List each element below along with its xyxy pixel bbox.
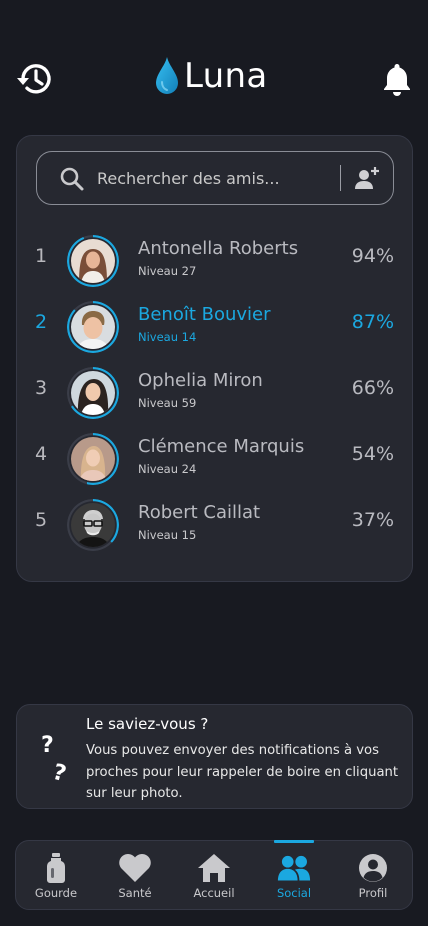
avatar-photo	[71, 305, 115, 349]
friend-name: Clémence Marquis	[138, 436, 305, 457]
rank-number: 1	[35, 245, 48, 267]
search-input[interactable]	[97, 162, 327, 194]
add-user-icon	[355, 167, 379, 189]
avatar[interactable]	[67, 367, 119, 419]
friends-ranking-card: 1 Antonella Roberts Niveau 27 94% 2	[16, 135, 413, 582]
nav-item-profil[interactable]: Profil	[338, 841, 408, 911]
friend-level: Niveau 59	[138, 396, 197, 410]
tip-title: Le saviez-vous ?	[86, 715, 209, 733]
ranking-row[interactable]: 3 Ophelia Miron Niveau 59 66%	[17, 363, 414, 429]
nav-item-sante[interactable]: Santé	[100, 841, 170, 911]
rank-number: 2	[35, 311, 48, 333]
history-button[interactable]	[14, 58, 56, 100]
ranking-row[interactable]: 2 Benoît Bouvier Niveau 14 87%	[17, 297, 414, 363]
avatar-photo	[71, 503, 115, 547]
avatar[interactable]	[67, 235, 119, 287]
nav-label: Gourde	[34, 886, 78, 900]
water-drop-icon	[156, 57, 178, 94]
nav-item-accueil[interactable]: Accueil	[179, 841, 249, 911]
avatar-photo	[71, 371, 115, 415]
ranking-row[interactable]: 4 Clémence Marquis Niveau 24 54%	[17, 429, 414, 495]
friend-level: Niveau 14	[138, 330, 197, 344]
search-bar	[36, 151, 394, 205]
bottom-nav: Gourde Santé Accueil Social Profil	[15, 840, 413, 910]
friend-level: Niveau 15	[138, 528, 197, 542]
ranking-row[interactable]: 5 Robert Caillat Niveau 15 37%	[17, 495, 414, 561]
tip-body: Vous pouvez envoyer des notifications à …	[86, 743, 399, 801]
friend-name: Robert Caillat	[138, 502, 261, 523]
nav-label: Profil	[358, 886, 388, 900]
notifications-button[interactable]	[378, 58, 416, 100]
history-icon	[17, 64, 51, 94]
friend-percentage: 37%	[351, 509, 394, 531]
friend-percentage: 94%	[351, 245, 394, 267]
nav-label: Santé	[118, 886, 152, 900]
search-divider	[340, 165, 341, 191]
question-marks-icon: ? ?	[41, 733, 69, 788]
active-indicator	[274, 840, 314, 843]
avatar-photo	[71, 239, 115, 283]
ranking-list: 1 Antonella Roberts Niveau 27 94% 2 Beno…	[17, 231, 414, 561]
add-friend-button[interactable]	[352, 164, 382, 194]
avatar[interactable]	[67, 499, 119, 551]
heart-icon	[119, 854, 151, 882]
friend-name: Ophelia Miron	[138, 370, 263, 391]
bell-icon	[384, 64, 410, 96]
rank-number: 3	[35, 377, 48, 399]
tip-card: ? ? Le saviez-vous ? Vous pouvez envoyer…	[16, 704, 413, 809]
profile-icon	[359, 854, 387, 882]
friend-percentage: 66%	[351, 377, 394, 399]
bottle-icon	[47, 853, 65, 883]
app-logo: Luna	[154, 56, 267, 96]
rank-number: 4	[35, 443, 48, 465]
home-icon	[198, 854, 230, 882]
ranking-row[interactable]: 1 Antonella Roberts Niveau 27 94%	[17, 231, 414, 297]
friend-name: Antonella Roberts	[138, 238, 299, 259]
avatar[interactable]	[67, 301, 119, 353]
friend-level: Niveau 24	[138, 462, 197, 476]
rank-number: 5	[35, 509, 48, 531]
search-icon	[60, 167, 84, 191]
nav-label: Accueil	[193, 886, 235, 900]
friend-level: Niveau 27	[138, 264, 197, 278]
nav-item-social[interactable]: Social	[259, 840, 329, 911]
friend-percentage: 87%	[351, 311, 394, 333]
nav-label: Social	[276, 886, 312, 900]
nav-item-gourde[interactable]: Gourde	[21, 841, 91, 911]
friend-percentage: 54%	[351, 443, 394, 465]
avatar-photo	[71, 437, 115, 481]
app-title: Luna	[184, 56, 268, 96]
users-icon	[277, 855, 311, 881]
avatar[interactable]	[67, 433, 119, 485]
app-header: Luna	[0, 52, 428, 104]
friend-name: Benoît Bouvier	[138, 304, 271, 325]
